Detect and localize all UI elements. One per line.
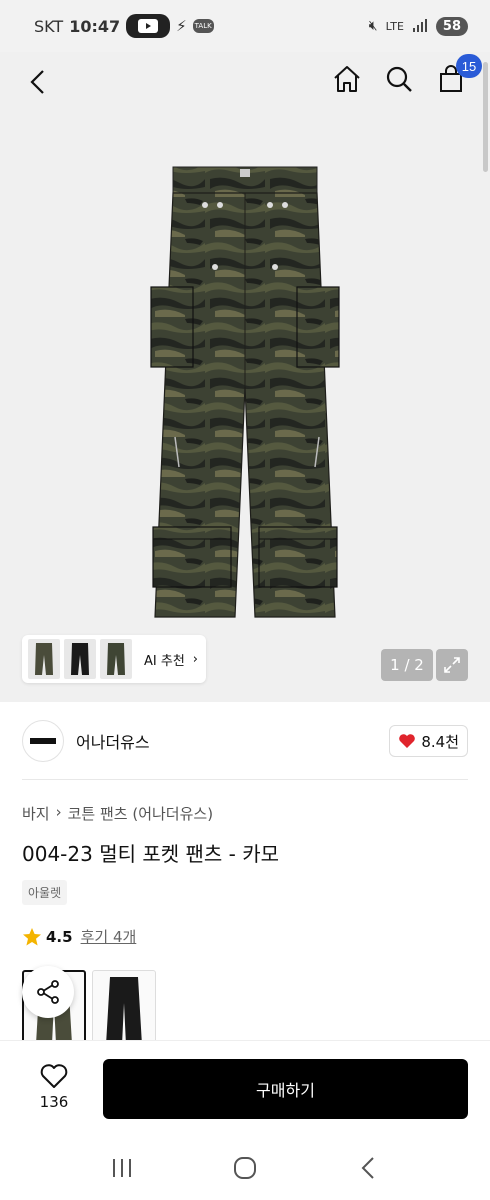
buy-button[interactable]: 구매하기 bbox=[103, 1059, 468, 1119]
image-pager: 1 / 2 bbox=[381, 649, 433, 681]
star-icon bbox=[23, 927, 41, 945]
back-button[interactable] bbox=[22, 66, 54, 98]
chevron-right-icon: › bbox=[55, 803, 62, 821]
talk-icon: TALK bbox=[192, 19, 214, 33]
ai-thumbnail[interactable] bbox=[100, 639, 132, 679]
status-bar: SKT 10:47 ⚡ TALK 🔇︎ LTE 58 bbox=[0, 0, 490, 52]
expand-button[interactable] bbox=[436, 649, 468, 681]
share-button[interactable] bbox=[22, 966, 74, 1018]
breadcrumb: 바지 › 코튼 팬츠 (어나더유스) bbox=[22, 803, 213, 824]
brand-like-button[interactable]: 8.4천 bbox=[389, 725, 468, 757]
breadcrumb-subcategory[interactable]: 코튼 팬츠 (어나더유스) bbox=[68, 803, 213, 824]
ai-thumbnail[interactable] bbox=[28, 639, 60, 679]
ai-thumbnail[interactable] bbox=[64, 639, 96, 679]
back-icon bbox=[361, 1157, 375, 1179]
flash-icon: ⚡ bbox=[176, 17, 187, 35]
chevron-right-icon: › bbox=[192, 651, 198, 667]
ai-recommend-label: AI 추천 bbox=[144, 653, 185, 669]
network-label: LTE bbox=[385, 19, 404, 33]
signal-icon bbox=[412, 18, 428, 35]
breadcrumb-category[interactable]: 바지 bbox=[22, 803, 50, 824]
brand-like-count: 8.4천 bbox=[421, 732, 459, 751]
wishlist-button[interactable]: 136 bbox=[30, 1063, 78, 1111]
product-image-area[interactable]: 15 AI 추천 › 1 / 2 bbox=[0, 52, 490, 702]
review-link[interactable]: 후기 4개 bbox=[81, 926, 137, 947]
purchase-bar: 136 구매하기 bbox=[0, 1040, 490, 1136]
carrier-label: SKT bbox=[34, 16, 64, 36]
outlet-tag: 아울렛 bbox=[22, 880, 68, 905]
rating-row: 4.5 후기 4개 bbox=[22, 926, 136, 947]
mute-icon: 🔇︎ bbox=[368, 18, 378, 34]
product-image bbox=[150, 166, 340, 618]
home-icon bbox=[334, 66, 360, 92]
cart-button[interactable]: 15 bbox=[434, 54, 482, 96]
heart-filled-icon bbox=[399, 734, 416, 748]
brand-row: 어나더유스 8.4천 bbox=[22, 718, 468, 764]
wishlist-count: 136 bbox=[39, 1093, 69, 1111]
heart-outline-icon bbox=[40, 1064, 68, 1088]
recent-apps-button[interactable] bbox=[102, 1148, 142, 1188]
product-title: 004-23 멀티 포켓 팬츠 - 카모 bbox=[22, 842, 280, 866]
home-nav-button[interactable] bbox=[225, 1148, 265, 1188]
back-nav-button[interactable] bbox=[348, 1148, 388, 1188]
search-button[interactable] bbox=[382, 62, 416, 96]
scrollbar[interactable] bbox=[483, 62, 488, 172]
system-nav-bar bbox=[0, 1136, 490, 1200]
rating-score: 4.5 bbox=[46, 927, 73, 946]
brand-name[interactable]: 어나더유스 bbox=[76, 729, 150, 753]
cart-count-badge: 15 bbox=[456, 54, 482, 78]
expand-icon bbox=[444, 657, 460, 673]
youtube-icon bbox=[126, 14, 171, 38]
chevron-left-icon bbox=[30, 70, 44, 94]
clock: 10:47 bbox=[69, 16, 121, 36]
home-button[interactable] bbox=[330, 62, 364, 96]
recent-apps-icon bbox=[112, 1159, 131, 1177]
search-icon bbox=[386, 66, 412, 92]
divider bbox=[22, 779, 468, 780]
ai-recommend-panel[interactable]: AI 추천 › bbox=[22, 635, 206, 683]
home-circle-icon bbox=[233, 1157, 256, 1179]
variant-black[interactable] bbox=[92, 970, 156, 1046]
share-icon bbox=[37, 980, 59, 1004]
battery-indicator: 58 bbox=[435, 16, 468, 36]
brand-logo[interactable] bbox=[22, 720, 64, 762]
